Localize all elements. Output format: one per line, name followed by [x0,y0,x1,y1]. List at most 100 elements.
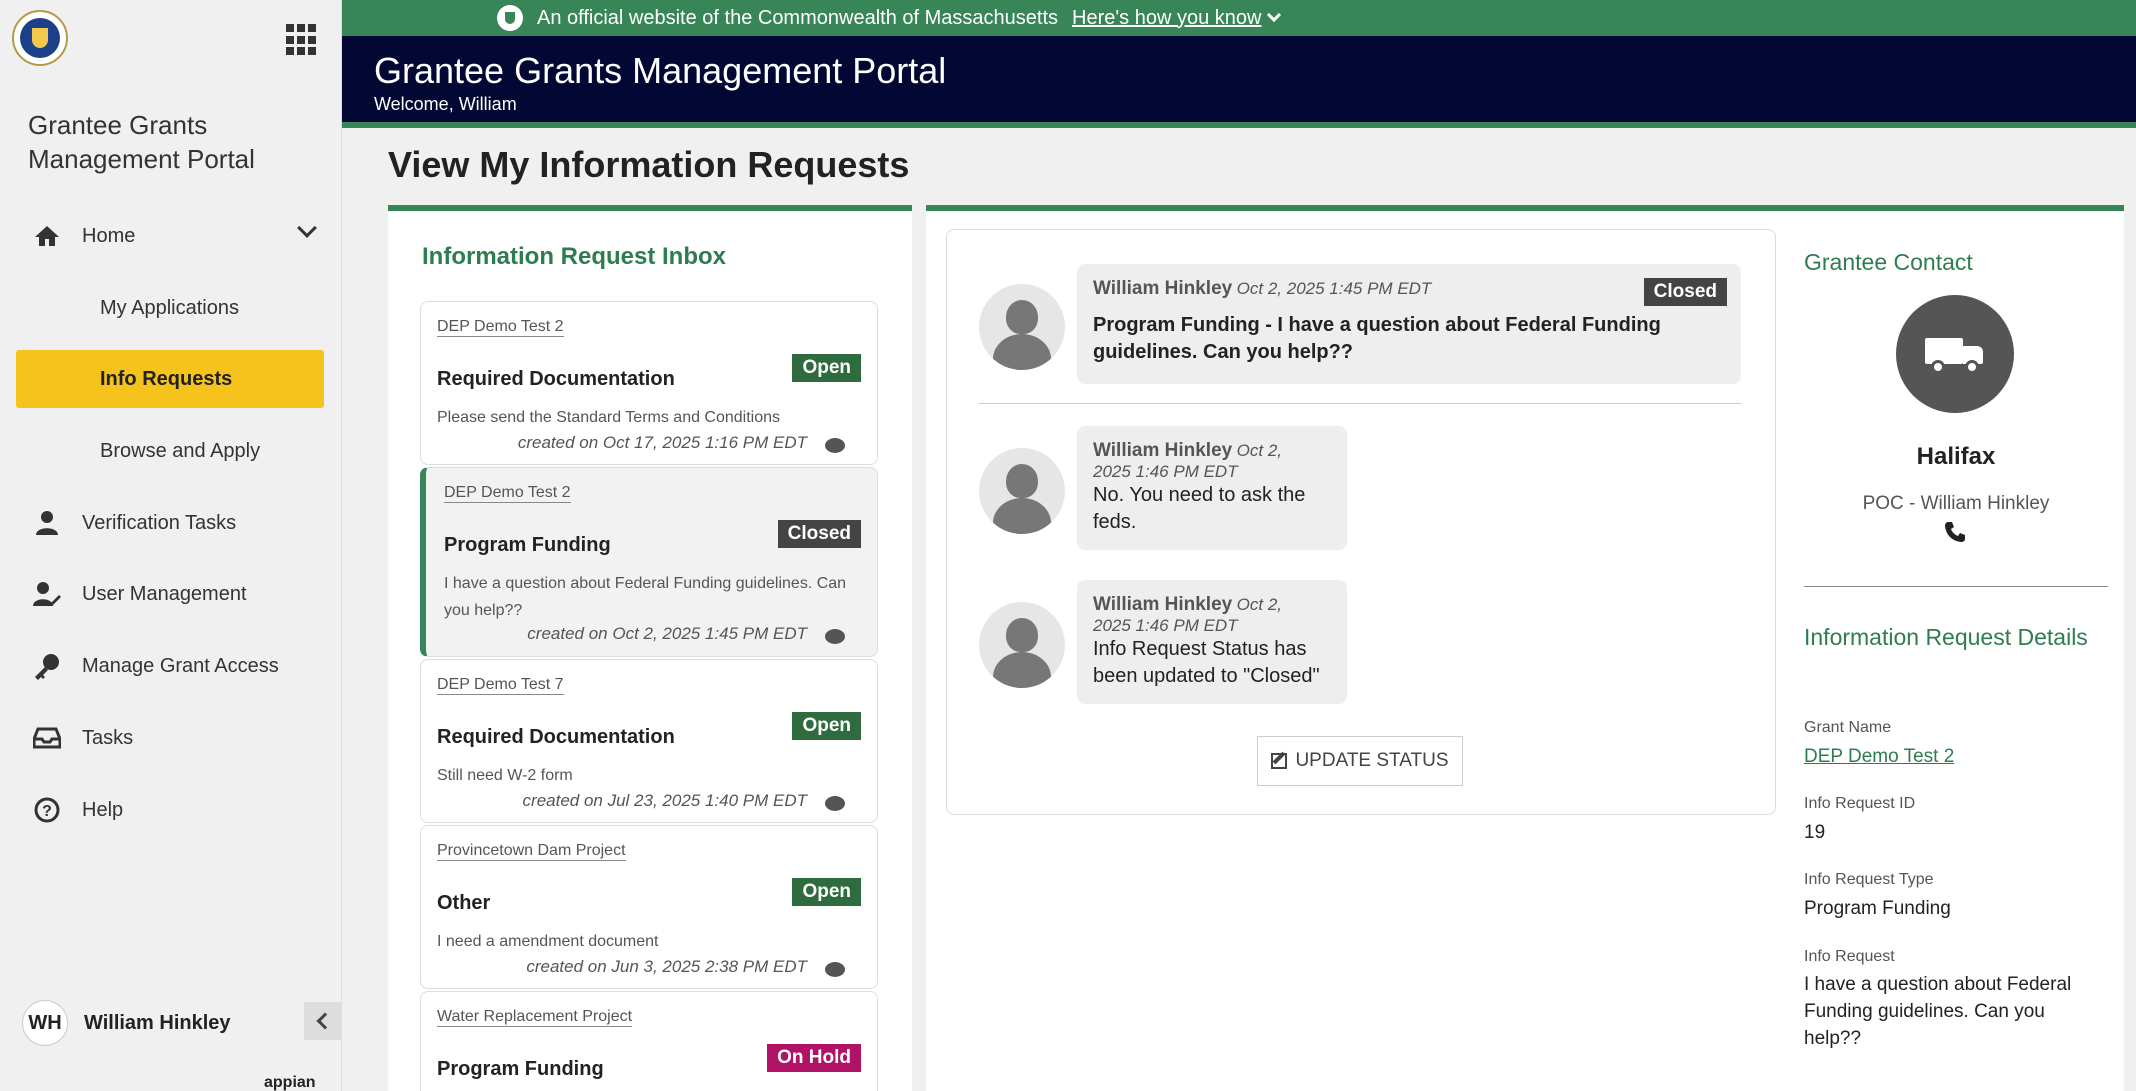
request-description: I have a question about Federal Funding … [444,575,847,619]
help-icon: ? [32,795,62,825]
header-title: Grantee Grants Management Portal [374,50,947,91]
site-header: Grantee Grants Management Portal Welcome… [342,36,2136,128]
status-badge: Open [792,712,861,740]
request-type: Program Funding [444,534,611,556]
message: William Hinkley Oct 2, 2025 1:45 PM EDT … [1077,264,1741,384]
user-avatar-icon [979,448,1065,534]
message-time-cont: 2025 1:46 PM EDT [1093,616,1238,635]
request-type-label: Info Request Type [1804,871,1934,888]
request-description: I need a amendment document [437,933,659,950]
request-type: Other [437,892,491,914]
grant-link[interactable]: DEP Demo Test 7 [437,676,564,695]
edit-icon [1271,753,1288,769]
grant-link[interactable]: DEP Demo Test 2 [437,318,564,337]
sidebar-item-label: Verification Tasks [82,511,237,534]
update-status-button[interactable]: UPDATE STATUS [1257,736,1463,786]
comment-icon [825,962,845,977]
grant-link[interactable]: Water Replacement Project [437,1008,633,1027]
grantee-contact-title: Grantee Contact [1804,249,1973,275]
message-time: Oct 2, [1236,441,1283,460]
sidebar-item-label: Help [82,798,124,821]
heres-how-you-know-link[interactable]: Here's how you know [1072,7,1282,30]
mass-shield-icon [497,5,523,31]
info-request-value: I have a question about Federal Funding … [1804,974,2072,1049]
sidebar-item-my-applications[interactable]: My Applications [10,279,332,337]
sidebar-item-help[interactable]: ? Help [10,781,332,839]
request-id-label: Info Request ID [1804,795,1916,812]
chevron-left-icon [316,1012,334,1030]
page-title: View My Information Requests [388,144,910,185]
created-timestamp: created on Jun 3, 2025 2:38 PM EDT [526,957,807,976]
app-grid-icon[interactable] [286,24,318,56]
sidebar: Grantee Grants Management Portal Home My… [10,0,342,1091]
sidebar-item-verification-tasks[interactable]: Verification Tasks [10,494,332,552]
inbox-card[interactable]: Provincetown Dam Project Other Open I ne… [420,825,878,989]
user-avatar-icon [979,284,1065,370]
info-request-label: Info Request [1804,948,1895,965]
request-description: Please send the Standard Terms and Condi… [437,409,781,426]
sidebar-item-home[interactable]: Home [10,207,332,265]
home-icon [32,221,62,251]
message-text: Program Funding - I have a question abou… [1093,314,1661,363]
message-text: Info Request Status has been updated to … [1093,638,1320,687]
message-time: Oct 2, [1236,595,1283,614]
phone-icon[interactable] [1944,521,1966,549]
inbox-card[interactable]: DEP Demo Test 7 Required Documentation O… [420,659,878,823]
request-type: Required Documentation [437,368,675,390]
truck-icon [1896,295,2014,413]
comment-icon [825,629,845,644]
comment-icon [825,796,845,811]
created-timestamp: created on Jul 23, 2025 1:40 PM EDT [522,791,807,810]
chevron-down-icon[interactable] [297,218,317,238]
user-name: William Hinkley [84,1011,231,1034]
comment-icon [825,438,845,453]
request-id-value: 19 [1804,822,1826,843]
appian-logo: appian [264,1074,316,1091]
status-badge: On Hold [767,1044,861,1072]
message-time-cont: 2025 1:46 PM EDT [1093,462,1238,481]
sidebar-portal-title: Grantee Grants Management Portal [28,110,255,174]
status-badge: Open [792,354,861,382]
user-icon [32,508,62,538]
contact-name: Halifax [1916,443,1996,470]
chevron-down-icon [1267,7,1282,22]
sidebar-item-tasks[interactable]: Tasks [10,709,332,767]
massachusetts-seal-logo[interactable] [12,10,68,66]
sidebar-item-label: Home [82,224,136,247]
created-timestamp: created on Oct 2, 2025 1:45 PM EDT [527,624,807,643]
inbox-card[interactable]: Water Replacement Project Program Fundin… [420,991,878,1091]
message-thread: William Hinkley Oct 2, 2025 1:45 PM EDT … [946,229,1776,815]
sidebar-item-user-management[interactable]: User Management [10,565,332,623]
request-type-value: Program Funding [1804,898,1951,919]
grant-name-label: Grant Name [1804,719,1892,736]
inbox-card[interactable]: DEP Demo Test 2 Required Documentation O… [420,301,878,465]
inbox-title: Information Request Inbox [422,243,727,270]
contact-poc: POC - William Hinkley [1862,493,2050,514]
user-edit-icon [32,579,62,609]
message-author: William Hinkley [1093,278,1233,299]
message: William Hinkley Oct 2, 2025 1:46 PM EDT … [1077,426,1347,550]
collapse-sidebar-button[interactable] [304,1002,342,1040]
banner-text: An official website of the Commonwealth … [537,6,1058,29]
update-status-label: UPDATE STATUS [1295,750,1449,771]
inbox-icon [32,723,62,753]
divider [979,403,1741,404]
inbox-card-selected[interactable]: DEP Demo Test 2 Program Funding Closed I… [420,467,878,657]
welcome-text: Welcome, William [374,94,517,114]
message-author: William Hinkley [1093,594,1233,615]
user-avatar-icon [979,602,1065,688]
status-badge: Open [792,878,861,906]
grant-link[interactable]: Provincetown Dam Project [437,842,626,861]
message: William Hinkley Oct 2, 2025 1:46 PM EDT … [1077,580,1347,704]
grant-link[interactable]: DEP Demo Test 2 [444,484,571,503]
sidebar-item-browse-apply[interactable]: Browse and Apply [10,422,332,480]
message-time: Oct 2, 2025 1:45 PM EDT [1236,279,1432,298]
status-badge: Closed [777,520,861,548]
current-user[interactable]: WH William Hinkley [22,1000,231,1046]
grant-name-value[interactable]: DEP Demo Test 2 [1804,743,2104,770]
status-badge: Closed [1643,278,1727,306]
sidebar-item-manage-grant-access[interactable]: Manage Grant Access [10,637,332,695]
request-detail-panel: William Hinkley Oct 2, 2025 1:45 PM EDT … [926,205,2124,1091]
request-type: Required Documentation [437,726,675,748]
sidebar-item-info-requests[interactable]: Info Requests [16,350,324,408]
